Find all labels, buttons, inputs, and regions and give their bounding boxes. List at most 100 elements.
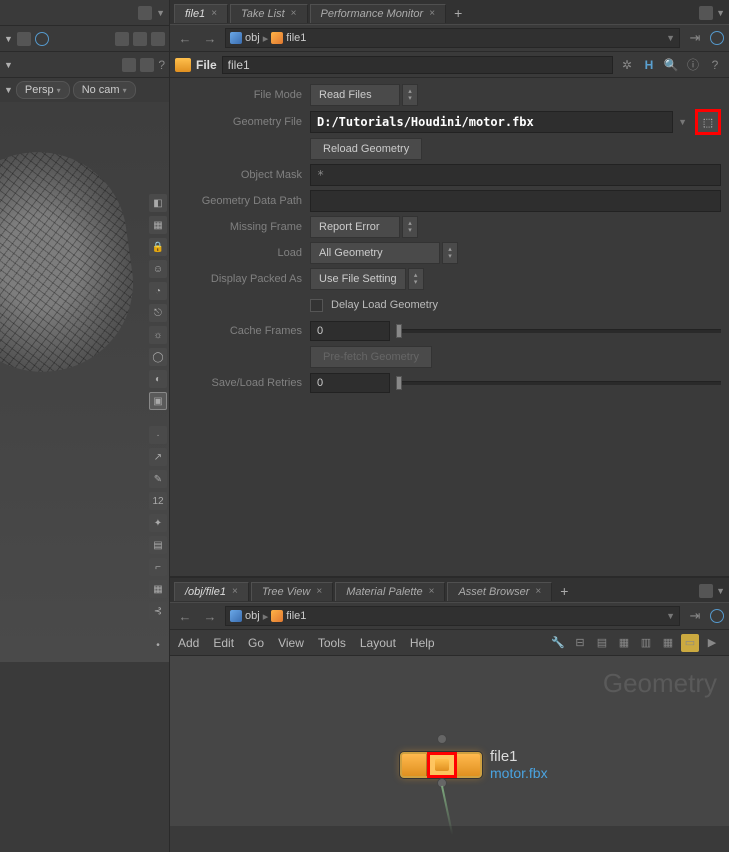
save-retries-input[interactable] [310,373,390,393]
path-dropdown-icon[interactable]: ▼ [666,33,675,43]
pin-icon[interactable] [17,32,31,46]
follow-icon[interactable] [35,32,49,46]
menu-tools[interactable]: Tools [318,636,346,650]
tab-tree-view[interactable]: Tree View × [251,582,333,601]
close-icon[interactable]: × [535,586,541,597]
env-icon[interactable]: ◐ [149,370,167,388]
menu-layout[interactable]: Layout [360,636,396,650]
node-input-connector[interactable] [437,734,447,744]
object-mask-input[interactable] [310,164,721,186]
crumb-file1[interactable]: file1 [286,32,306,44]
network-canvas[interactable]: Geometry file1 motor.fbx [170,656,729,826]
snap-icon[interactable]: ⊰ [149,602,167,620]
point-icon[interactable]: · [149,426,167,444]
menu-view[interactable]: View [278,636,304,650]
pane-max-icon[interactable] [699,584,713,598]
crumb-obj[interactable]: obj [245,32,260,44]
tab-file1[interactable]: file1 × [174,4,228,23]
box-tool-icon[interactable] [115,32,129,46]
help-icon[interactable]: ? [158,58,165,72]
num12-icon[interactable]: 12 [149,492,167,510]
shading-icon[interactable]: ◧ [149,194,167,212]
close-icon[interactable]: × [291,8,297,19]
3d-viewport[interactable]: ◧ ▦ 🔒 ☺ ◔ ⎋ ☼ ◯ ◐ ▣ · ↗ ✎ 12 ✦ ▤ ⌐ ▦ ⊰ •… [0,102,169,662]
close-icon[interactable]: × [429,8,435,19]
gear-icon[interactable]: ✲ [618,56,636,74]
file-node[interactable]: file1 motor.fbx [400,748,548,781]
select-arrows-icon[interactable] [402,84,418,106]
help-icon[interactable]: ? [706,56,724,74]
path-field[interactable]: obj ▸ file1 ▼ [225,28,680,48]
handle-icon[interactable]: ↗ [149,448,167,466]
pane-menu-icon[interactable]: ▼ [156,8,165,18]
normal-icon[interactable]: ✎ [149,470,167,488]
pin-icon[interactable]: ⇥ [685,607,705,625]
dropdown-arrow-1[interactable]: ▼ [4,34,13,44]
menu-go[interactable]: Go [248,636,264,650]
forward-button[interactable]: → [200,607,220,625]
plane-tool-icon[interactable] [151,32,165,46]
add-tab-button[interactable]: + [554,581,574,601]
layout-a-icon[interactable]: ▥ [637,634,655,652]
node-body[interactable] [400,752,482,778]
ghost-tool-icon[interactable] [133,32,147,46]
tab-performance-monitor[interactable]: Performance Monitor × [310,4,447,23]
list-icon[interactable]: ▤ [593,634,611,652]
close-icon[interactable]: × [429,586,435,597]
select-arrows-icon[interactable] [408,268,424,290]
cache-frames-slider[interactable] [396,321,721,341]
expand-icon[interactable]: ▶ [703,634,721,652]
menu-edit[interactable]: Edit [213,636,234,650]
info-icon[interactable]: ⓘ [684,56,702,74]
delay-load-checkbox[interactable] [310,299,323,312]
select-tool-icon[interactable] [122,58,136,72]
close-icon[interactable]: × [232,586,238,597]
browse-file-button[interactable]: ⬚ [695,109,721,135]
light-icon[interactable]: ☼ [149,326,167,344]
camera-tool-icon[interactable]: ▣ [149,392,167,410]
pin-icon[interactable]: ⇥ [685,29,705,47]
person-icon[interactable]: ☺ [149,260,167,278]
select-arrows-icon[interactable] [402,216,418,238]
save-retries-slider[interactable] [396,373,721,393]
sticky-icon[interactable]: ▭ [681,634,699,652]
tab-obj-file1[interactable]: /obj/file1 × [174,582,249,601]
list-tool-icon[interactable] [140,58,154,72]
lock-icon[interactable]: 🔒 [149,238,167,256]
dot-icon[interactable]: • [149,636,167,654]
file-mode-select[interactable]: Read Files [310,84,400,106]
pane-menu-icon[interactable]: ▼ [716,8,725,18]
network-path-field[interactable]: obj ▸ file1 ▼ [225,606,680,626]
wrench-icon[interactable]: 🔧 [549,634,567,652]
back-button[interactable]: ← [175,29,195,47]
houdini-h-icon[interactable]: H [640,56,658,74]
path-dropdown-icon[interactable]: ▼ [666,611,675,621]
close-icon[interactable]: × [211,8,217,19]
close-icon[interactable]: × [316,586,322,597]
crumb-file1[interactable]: file1 [286,610,306,622]
select-arrows-icon[interactable] [442,242,458,264]
cache-frames-input[interactable] [310,321,390,341]
back-button[interactable]: ← [175,607,195,625]
layout-b-icon[interactable]: ▦ [659,634,677,652]
missing-frame-select[interactable]: Report Error [310,216,400,238]
grid-icon-a[interactable]: ▤ [149,536,167,554]
follow-selection-icon[interactable] [710,31,724,45]
node-operator-icon-highlighted[interactable] [427,752,457,778]
pane-menu-icon[interactable]: ▼ [716,586,725,596]
menu-add[interactable]: Add [178,636,199,650]
dropdown-arrow-2[interactable]: ▼ [4,60,13,70]
curve-icon[interactable]: ⌐ [149,558,167,576]
display-packed-select[interactable]: Use File Setting [310,268,406,290]
tab-material-palette[interactable]: Material Palette × [335,582,445,601]
tab-asset-browser[interactable]: Asset Browser × [447,582,552,601]
pane-maximize-icon[interactable] [138,6,152,20]
geometry-data-path-input[interactable] [310,190,721,212]
bone-icon[interactable]: ⎋ [149,304,167,322]
display-flag[interactable] [457,754,481,776]
brush-icon[interactable]: ✦ [149,514,167,532]
follow-selection-icon[interactable] [710,609,724,623]
ring-icon[interactable]: ◯ [149,348,167,366]
file-dropdown-icon[interactable]: ▼ [675,117,690,127]
load-select[interactable]: All Geometry [310,242,440,264]
